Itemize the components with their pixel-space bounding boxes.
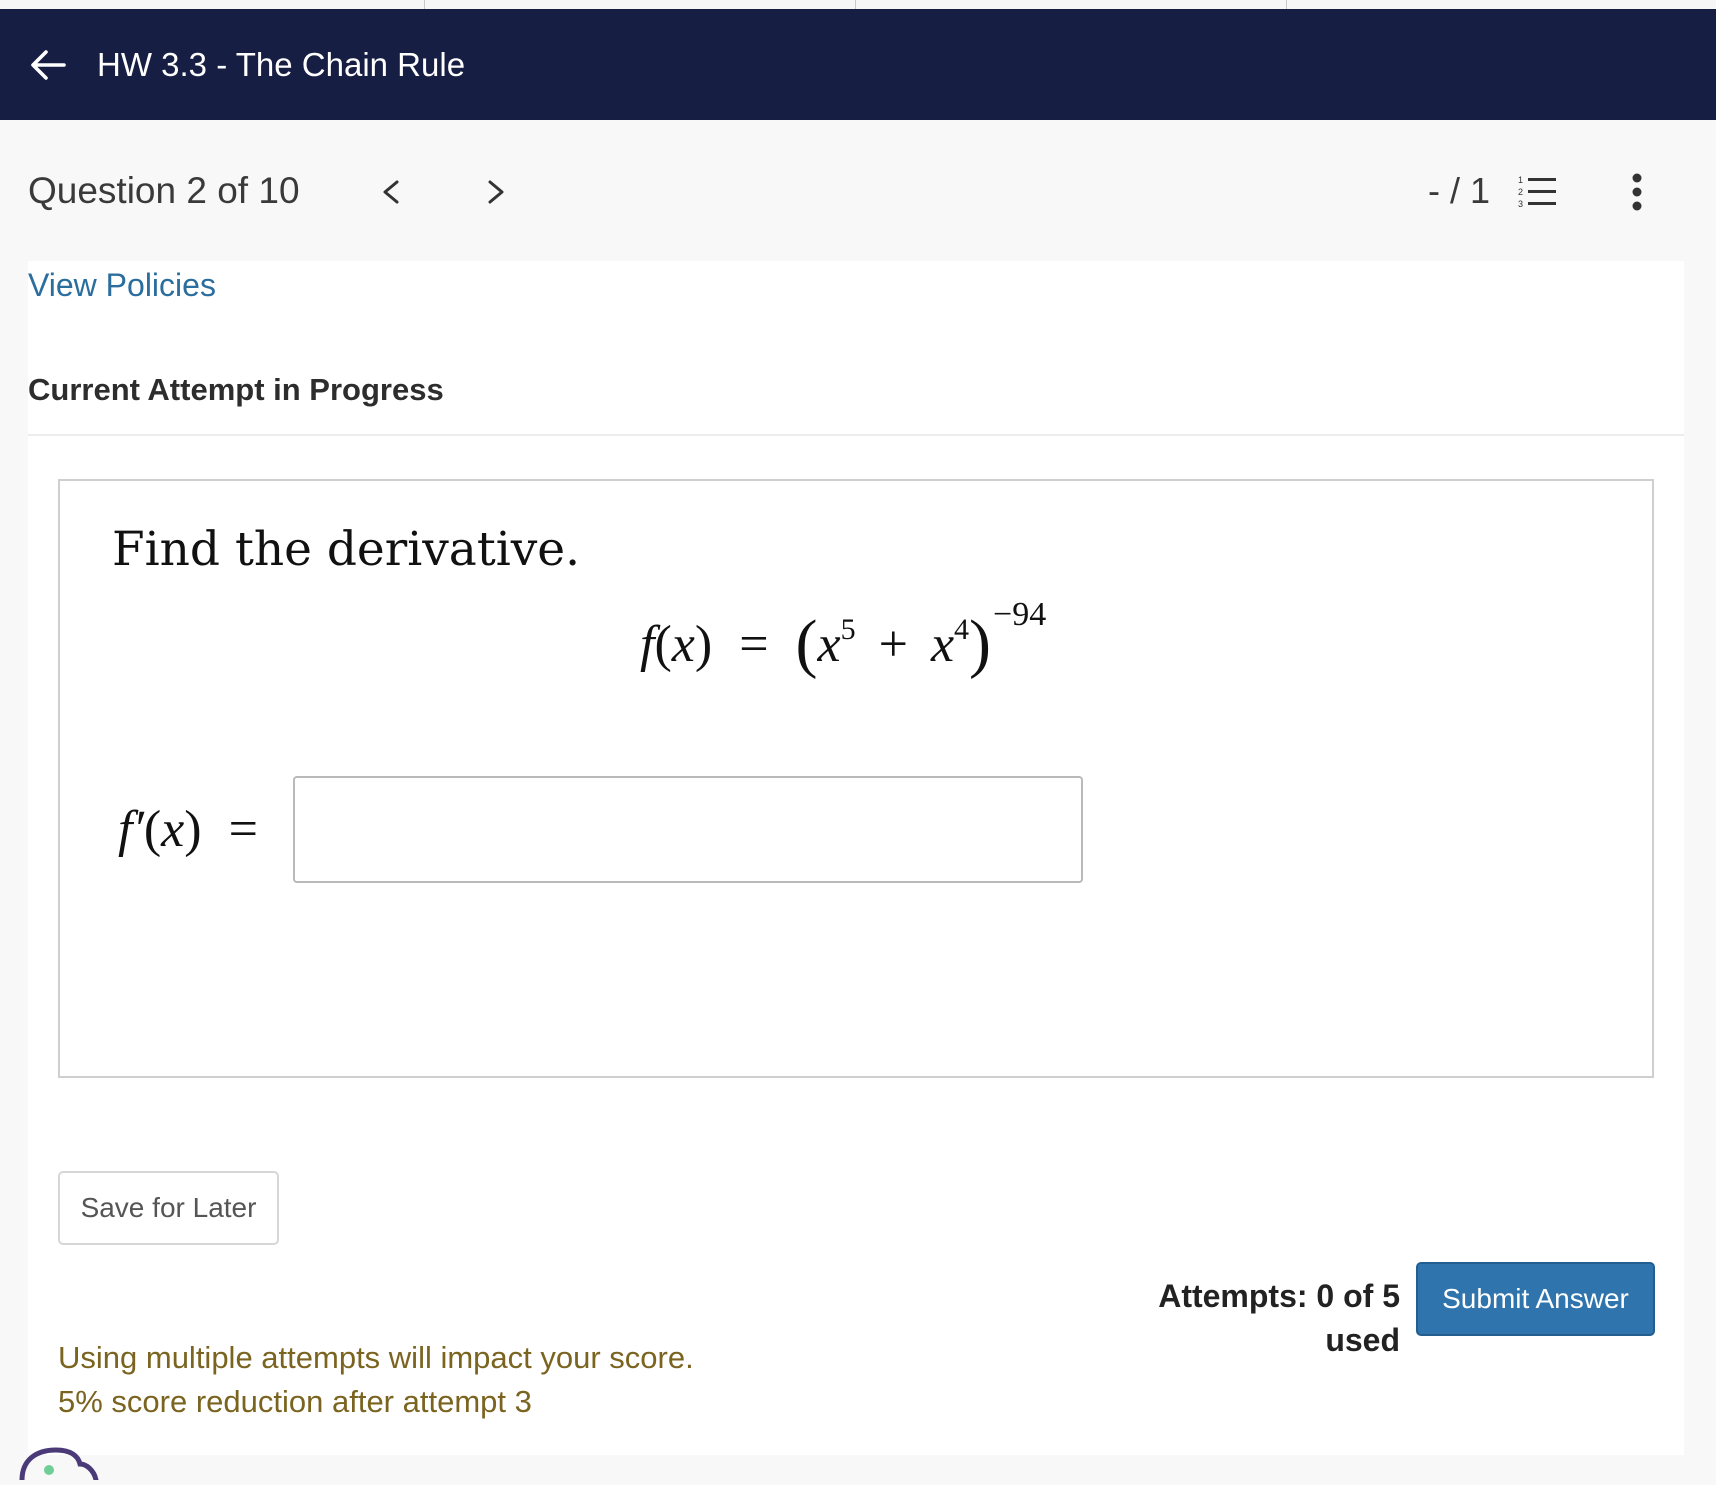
- vertical-ellipsis-icon[interactable]: [1620, 170, 1654, 214]
- section-divider: [28, 434, 1684, 436]
- attempt-penalty-note: Using multiple attempts will impact your…: [58, 1340, 694, 1375]
- function-name: f: [640, 616, 655, 673]
- tab-divider: [855, 0, 856, 9]
- attempt-status-heading: Current Attempt in Progress: [28, 372, 444, 407]
- derivative-function-name: f′: [118, 801, 144, 858]
- save-for-later-button[interactable]: Save for Later: [58, 1171, 279, 1245]
- base-term2-exponent: 4: [954, 613, 970, 646]
- function-variable: x: [671, 616, 695, 673]
- base-term2-variable: x: [930, 616, 955, 673]
- assignment-header: HW 3.3 - The Chain Rule: [0, 9, 1716, 120]
- question-score: - / 1: [1427, 170, 1490, 211]
- derivative-label: f′(x) =: [118, 801, 258, 858]
- chevron-left-icon[interactable]: [373, 172, 409, 212]
- derivative-variable: x: [161, 801, 185, 858]
- svg-text:3: 3: [1518, 199, 1523, 209]
- assignment-title: HW 3.3 - The Chain Rule: [97, 46, 466, 83]
- svg-text:2: 2: [1518, 187, 1523, 197]
- submit-answer-button[interactable]: Submit Answer: [1416, 1262, 1655, 1336]
- outer-exponent: −94: [993, 596, 1047, 633]
- attempts-counter: Attempts: 0 of 5 used: [1158, 1278, 1400, 1358]
- base-term1-variable: x: [817, 616, 841, 673]
- derivative-answer-input[interactable]: [293, 776, 1083, 883]
- chat-bubble-icon[interactable]: [16, 1430, 106, 1483]
- tab-divider: [424, 0, 425, 9]
- svg-text:1: 1: [1518, 175, 1523, 185]
- score-reduction-note: 5% score reduction after attempt 3: [58, 1384, 532, 1419]
- view-policies-link[interactable]: View Policies: [28, 263, 216, 307]
- numbered-list-icon[interactable]: 1 2 3: [1516, 172, 1560, 212]
- base-term1-exponent: 5: [840, 613, 856, 646]
- function-equation: f(x) = (x5 + x4)−94: [640, 596, 1047, 680]
- question-counter: Question 2 of 10: [28, 170, 300, 211]
- chevron-right-icon[interactable]: [478, 172, 514, 212]
- question-prompt: Find the derivative.: [112, 522, 581, 577]
- arrow-left-icon[interactable]: [28, 45, 68, 85]
- browser-tab-strip: [0, 0, 1716, 9]
- tab-divider: [1286, 0, 1287, 9]
